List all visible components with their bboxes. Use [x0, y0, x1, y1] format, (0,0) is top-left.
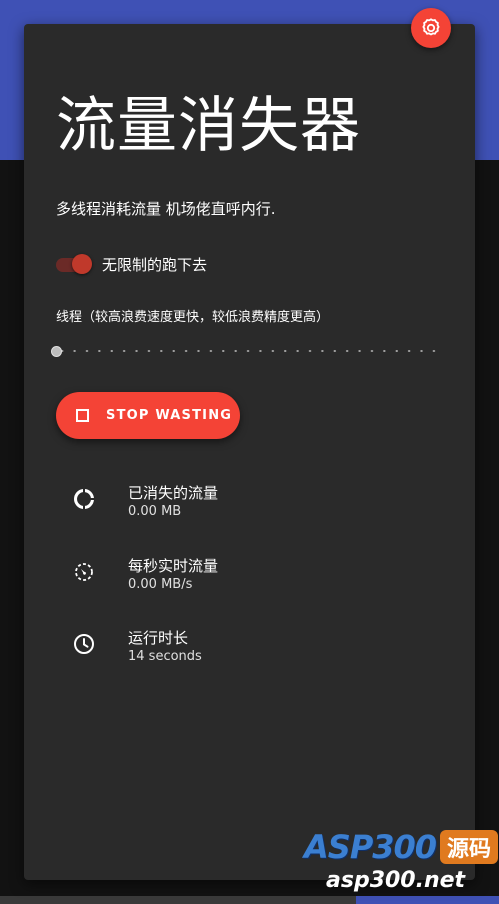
page-title: 流量消失器	[56, 91, 361, 161]
switch-thumb[interactable]	[72, 254, 92, 274]
watermark-domain: asp300.net	[326, 868, 466, 893]
stat-name: 运行时长	[128, 629, 189, 647]
slider-rail[interactable]	[56, 350, 442, 352]
stat-name: 已消失的流量	[128, 484, 219, 502]
threads-slider-label: 线程（较高浪费速度更快，较低浪费精度更高）	[56, 310, 330, 325]
clock-icon	[74, 634, 94, 654]
gear-icon	[422, 18, 440, 36]
unlimited-switch-row[interactable]: 无限制的跑下去	[56, 252, 207, 276]
threads-slider[interactable]	[50, 340, 446, 362]
stat-value: 0.00 MB/s	[128, 577, 193, 592]
stop-icon	[76, 409, 89, 422]
unlimited-switch-label: 无限制的跑下去	[102, 255, 208, 274]
unlimited-switch[interactable]	[56, 253, 92, 275]
slider-thumb[interactable]	[51, 346, 62, 357]
stop-wasting-button[interactable]: STOP WASTING	[56, 392, 240, 439]
watermark-badge: 源码	[440, 830, 498, 864]
stat-name: 每秒实时流量	[128, 557, 219, 575]
stop-wasting-label: STOP WASTING	[106, 408, 233, 423]
settings-button[interactable]	[411, 8, 451, 48]
stat-value: 0.00 MB	[128, 504, 182, 519]
stat-value: 14 seconds	[128, 649, 202, 664]
watermark-brand: ASP300	[304, 828, 437, 866]
watermark-logo: ASP300 源码 asp300.net	[300, 826, 499, 898]
donut-progress-icon	[73, 489, 94, 509]
page-subtitle: 多线程消耗流量 机场佬直呼内行.	[56, 200, 276, 218]
speedometer-icon	[75, 563, 93, 581]
